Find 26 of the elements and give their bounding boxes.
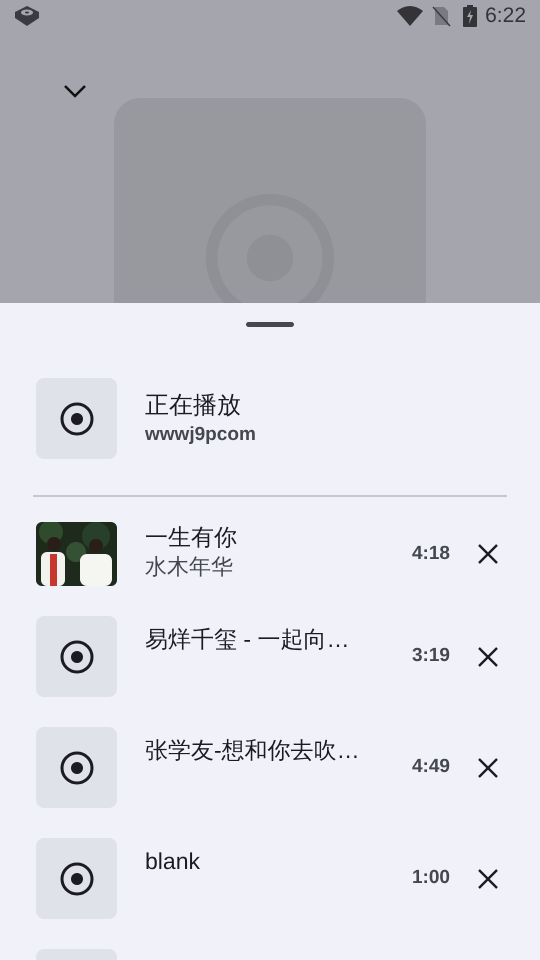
- disc-icon: [58, 400, 94, 436]
- track-artist: 水木年华: [145, 553, 234, 581]
- track-title: blank: [145, 847, 201, 876]
- track-duration: 4:49: [412, 755, 450, 780]
- disc-icon: [58, 750, 94, 786]
- track-title: 一生有你: [145, 523, 238, 552]
- drag-handle[interactable]: [246, 322, 294, 327]
- battery-charging-icon: [463, 4, 478, 27]
- close-icon: [477, 646, 499, 668]
- now-playing-title: 正在播放: [145, 390, 242, 420]
- track-title: 易烊千玺 - 一起向…: [145, 625, 350, 654]
- no-sim-icon: [431, 4, 452, 27]
- track-duration: 4:18: [412, 542, 450, 566]
- wifi-icon: [397, 6, 424, 26]
- collapse-chevron-icon[interactable]: [63, 84, 87, 98]
- track-duration: 3:19: [412, 644, 450, 668]
- disc-icon: [58, 860, 94, 896]
- close-icon: [477, 756, 499, 778]
- close-icon: [477, 868, 499, 890]
- status-time: 6:22: [485, 3, 526, 29]
- close-icon: [477, 543, 499, 565]
- disc-icon: [58, 638, 94, 674]
- turntable-icon: [14, 4, 40, 27]
- track-title: 张学友-想和你去吹…: [145, 736, 361, 765]
- track-duration: 1:00: [412, 866, 450, 890]
- now-playing-subtitle: wwwj9pcom: [145, 422, 256, 446]
